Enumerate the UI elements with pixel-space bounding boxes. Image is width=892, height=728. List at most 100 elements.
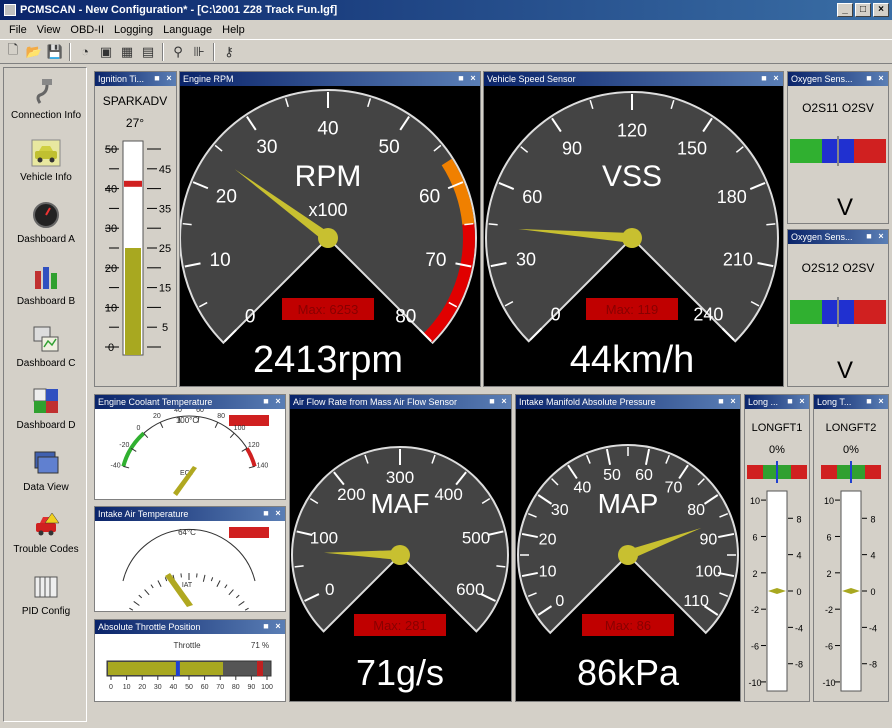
tick-label: 20: [539, 532, 557, 549]
tick-label: 100: [695, 564, 722, 581]
gauge-toolbar-icon[interactable]: ◔: [75, 42, 95, 62]
trim-tick-label: -2: [751, 605, 759, 615]
tps-min-marker: [175, 661, 180, 676]
table-icon[interactable]: ▦: [117, 42, 137, 62]
max-value-text: Max: 6253: [298, 302, 359, 317]
close-icon[interactable]: ×: [771, 73, 781, 84]
trim-tick-label: -10: [748, 678, 761, 688]
speed-gauge: 0 30 60 90 120 150 180 210 240 VSS Max: 119 44km/h: [485, 91, 779, 381]
open-icon[interactable]: 📂: [24, 42, 44, 62]
pin-icon[interactable]: ■: [261, 621, 271, 632]
maximize-button[interactable]: □: [855, 3, 871, 17]
pin-icon[interactable]: ■: [864, 73, 874, 84]
playback-icon[interactable]: ⊪: [189, 42, 209, 62]
tick-label: 10: [210, 250, 231, 271]
ect-tick-label: 40: [174, 409, 182, 414]
sidebar-item-dashboard-b[interactable]: Dashboard B: [4, 258, 88, 318]
sidebar: Connection Info Vehicle Info Dashboard A…: [3, 67, 87, 722]
coolant-gauge: 100°C ECT -40-2002040 6080100120140: [111, 407, 269, 496]
menu-view[interactable]: View: [32, 24, 66, 36]
menu-logging[interactable]: Logging: [109, 24, 158, 36]
gauge-label: VSS: [602, 160, 662, 193]
throttle-bar-gauge: Throttle 71 % 0 10 20 30 40 50 60 70 80 90 100: [106, 641, 273, 691]
sidebar-item-trouble-codes[interactable]: Trouble Codes: [4, 506, 88, 566]
app-icon: [4, 4, 16, 16]
trim-tick-label: 4: [870, 551, 875, 561]
intake-air-temp-gauge: 64°C IAT: [122, 527, 269, 619]
trim-tick-label: 2: [826, 569, 831, 579]
engine-coolant-panel: Engine Coolant Temperature ■ × 100°C ECT …: [94, 394, 286, 500]
pin-icon[interactable]: ■: [864, 396, 874, 407]
toolbar-separator: [213, 42, 215, 61]
close-icon[interactable]: ×: [499, 396, 509, 407]
sidebar-item-label: Vehicle Info: [20, 172, 72, 183]
panel-title: Engine RPM: [180, 72, 480, 86]
digital-reading: 2413rpm: [253, 339, 403, 381]
vehicle-speed-panel: Vehicle Speed Sensor ■ × 0 30 60 90 120 150 180…: [483, 71, 784, 387]
pin-icon[interactable]: ■: [456, 73, 466, 84]
o2-sensor-1-gauge: O2S11 O2SV V: [790, 101, 886, 221]
close-icon[interactable]: ×: [273, 621, 283, 632]
tick-label: 300: [386, 468, 414, 487]
sidebar-item-dashboard-d[interactable]: Dashboard D: [4, 382, 88, 442]
pin-icon[interactable]: ■: [759, 73, 769, 84]
sidebar-item-data-view[interactable]: Data View: [4, 444, 88, 504]
sidebar-item-dashboard-c[interactable]: Dashboard C: [4, 320, 88, 380]
sidebar-item-connection-info[interactable]: Connection Info: [4, 72, 88, 132]
pin-icon[interactable]: ■: [152, 73, 162, 84]
minor-tick: [464, 222, 474, 226]
close-icon[interactable]: ×: [728, 396, 738, 407]
pin-icon[interactable]: ■: [487, 396, 497, 407]
close-icon[interactable]: ×: [164, 73, 174, 84]
ect-hot-arc: [245, 447, 257, 467]
tick-label: 120: [617, 120, 647, 140]
tps-pid-label: Throttle: [173, 641, 201, 650]
sidebar-item-pid-config[interactable]: PID Config: [4, 568, 88, 628]
monitor-icon[interactable]: ▣: [96, 42, 116, 62]
close-icon[interactable]: ×: [876, 231, 886, 242]
menu-language[interactable]: Language: [158, 24, 217, 36]
sidebar-item-vehicle-info[interactable]: Vehicle Info: [4, 134, 88, 194]
menu-file[interactable]: File: [4, 24, 32, 36]
panel-title: Absolute Throttle Position: [95, 620, 285, 634]
ect-tick: [214, 422, 219, 429]
needle-hub: [618, 545, 638, 565]
tick-label: 110: [683, 593, 709, 610]
chart-toolbar-icon[interactable]: ▤: [138, 42, 158, 62]
close-icon[interactable]: ×: [468, 73, 478, 84]
intake-air-temp-panel: Intake Air Temperature ■ × 64°C IAT: [94, 506, 286, 619]
tick-label: 30: [551, 502, 569, 519]
oxygen-sensor-1-panel: Oxygen Sens... ■ × O2S11 O2SV V: [787, 71, 889, 224]
pin-icon[interactable]: ■: [261, 508, 271, 519]
new-icon[interactable]: 🗋: [3, 42, 23, 62]
record-icon[interactable]: ⚲: [168, 42, 188, 62]
pin-icon[interactable]: ■: [261, 396, 271, 407]
trim-tick-label: 6: [826, 532, 831, 542]
pin-icon[interactable]: ■: [864, 231, 874, 242]
bar-tick-label: 25: [159, 243, 171, 255]
menu-help[interactable]: Help: [217, 24, 250, 36]
pin-icon[interactable]: ■: [785, 396, 795, 407]
close-icon[interactable]: ×: [273, 396, 283, 407]
close-icon[interactable]: ×: [876, 73, 886, 84]
close-button[interactable]: ×: [873, 3, 889, 17]
iat-tick: [144, 589, 150, 596]
minor-tick: [488, 223, 498, 226]
trim-tick-label: -10: [822, 678, 835, 688]
pin-icon[interactable]: ■: [716, 396, 726, 407]
menu-obd2[interactable]: OBD-II: [65, 24, 109, 36]
sidebar-item-dashboard-a[interactable]: Dashboard A: [4, 196, 88, 256]
minimize-button[interactable]: _: [837, 3, 853, 17]
close-icon[interactable]: ×: [273, 508, 283, 519]
help-icon[interactable]: ⚷: [219, 42, 239, 62]
trim-tick-label: -8: [869, 660, 877, 670]
close-icon[interactable]: ×: [876, 396, 886, 407]
tps-tick-label: 20: [138, 684, 146, 691]
ect-tick-label: -20: [119, 442, 129, 449]
save-icon[interactable]: 💾: [45, 42, 65, 62]
tick-label: 600: [456, 580, 484, 599]
ect-tick-label: 100: [234, 425, 246, 432]
tps-tick-label: 50: [185, 684, 193, 691]
sidebar-item-label: Dashboard A: [17, 234, 75, 245]
close-icon[interactable]: ×: [797, 396, 807, 407]
